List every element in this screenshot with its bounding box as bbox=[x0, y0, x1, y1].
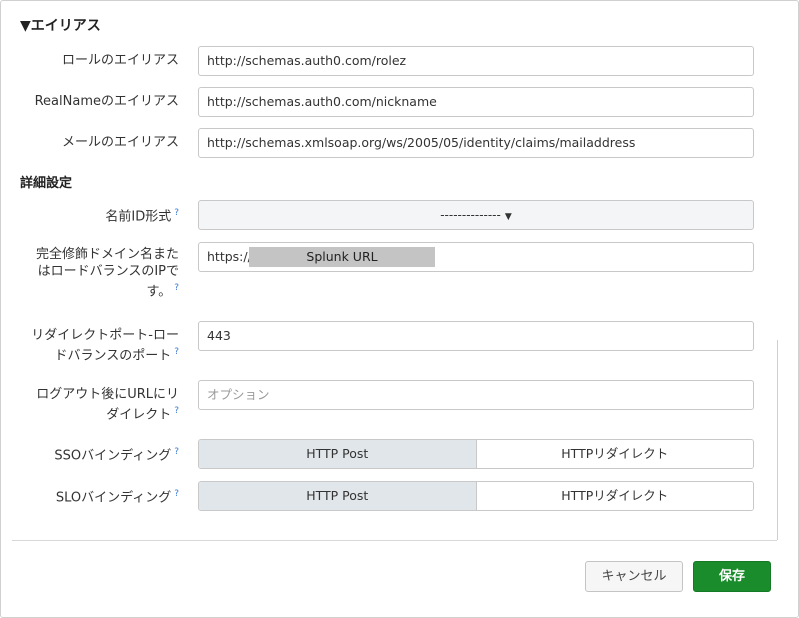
sso-binding-label: SSOバインディング? bbox=[19, 444, 179, 464]
fqdn-input[interactable]: https:// Splunk URL bbox=[198, 242, 754, 272]
sso-binding-post-option[interactable]: HTTP Post bbox=[199, 440, 477, 468]
logout-redirect-label-line1: ログアウト後にURLにリ bbox=[36, 387, 179, 402]
fqdn-label: 完全修飾ドメイン名また はロードバランスのIPで す。? bbox=[19, 246, 179, 300]
fqdn-prefix: https:// bbox=[207, 249, 252, 264]
nameid-format-label: 名前ID形式? bbox=[19, 205, 179, 225]
realname-alias-input[interactable]: http://schemas.auth0.com/nickname bbox=[198, 87, 754, 117]
realname-alias-label: RealNameのエイリアス bbox=[34, 94, 179, 109]
role-alias-label: ロールのエイリアス bbox=[61, 53, 179, 68]
fqdn-label-line1: 完全修飾ドメイン名また bbox=[35, 247, 179, 262]
help-icon[interactable]: ? bbox=[174, 489, 179, 499]
cancel-button[interactable]: キャンセル bbox=[585, 561, 683, 592]
help-icon[interactable]: ? bbox=[174, 347, 179, 357]
help-icon[interactable]: ? bbox=[174, 406, 179, 416]
redirect-port-input[interactable]: 443 bbox=[198, 321, 754, 351]
fqdn-label-line3: す。 bbox=[146, 284, 172, 300]
logout-redirect-label-line2: ダイレクト bbox=[106, 407, 172, 423]
caret-down-icon: ▼ bbox=[504, 212, 512, 222]
slo-binding-toggle: HTTP Post HTTPリダイレクト bbox=[198, 481, 754, 511]
logout-redirect-label: ログアウト後にURLにリ ダイレクト? bbox=[19, 386, 179, 423]
nameid-format-label-text: 名前ID形式 bbox=[105, 209, 172, 225]
help-icon[interactable]: ? bbox=[174, 447, 179, 457]
redacted-url: Splunk URL bbox=[249, 247, 435, 267]
save-button[interactable]: 保存 bbox=[693, 561, 771, 592]
nameid-format-select[interactable]: -------------- ▼ bbox=[198, 200, 754, 230]
alias-section-title[interactable]: ▼エイリアス bbox=[20, 15, 101, 35]
fqdn-label-line2: はロードバランスのIPで bbox=[37, 264, 179, 279]
slo-binding-label: SLOバインディング? bbox=[19, 486, 179, 506]
advanced-settings-title: 詳細設定 bbox=[20, 176, 73, 191]
sso-binding-label-text: SSOバインディング bbox=[54, 448, 172, 464]
logout-redirect-input[interactable]: オプション bbox=[198, 380, 754, 410]
redirect-port-label-line2: ドバランスのポート bbox=[54, 348, 172, 364]
role-alias-input[interactable]: http://schemas.auth0.com/rolez bbox=[198, 46, 754, 76]
slo-binding-post-option[interactable]: HTTP Post bbox=[199, 482, 477, 510]
mail-alias-input[interactable]: http://schemas.xmlsoap.org/ws/2005/05/id… bbox=[198, 128, 754, 158]
help-icon[interactable]: ? bbox=[174, 208, 179, 218]
redirect-port-label-line1: リダイレクトポート-ロー bbox=[31, 328, 179, 343]
sso-binding-redirect-option[interactable]: HTTPリダイレクト bbox=[476, 440, 753, 468]
scrollbar[interactable] bbox=[777, 340, 778, 540]
redirect-port-label: リダイレクトポート-ロー ドバランスのポート? bbox=[19, 327, 179, 364]
settings-scroll-area: ▼エイリアス ロールのエイリアス http://schemas.auth0.co… bbox=[12, 0, 777, 541]
help-icon[interactable]: ? bbox=[174, 283, 179, 293]
slo-binding-label-text: SLOバインディング bbox=[55, 490, 172, 506]
nameid-format-value: -------------- bbox=[440, 208, 501, 222]
mail-alias-label: メールのエイリアス bbox=[61, 135, 179, 150]
sso-binding-toggle: HTTP Post HTTPリダイレクト bbox=[198, 439, 754, 469]
slo-binding-redirect-option[interactable]: HTTPリダイレクト bbox=[476, 482, 753, 510]
